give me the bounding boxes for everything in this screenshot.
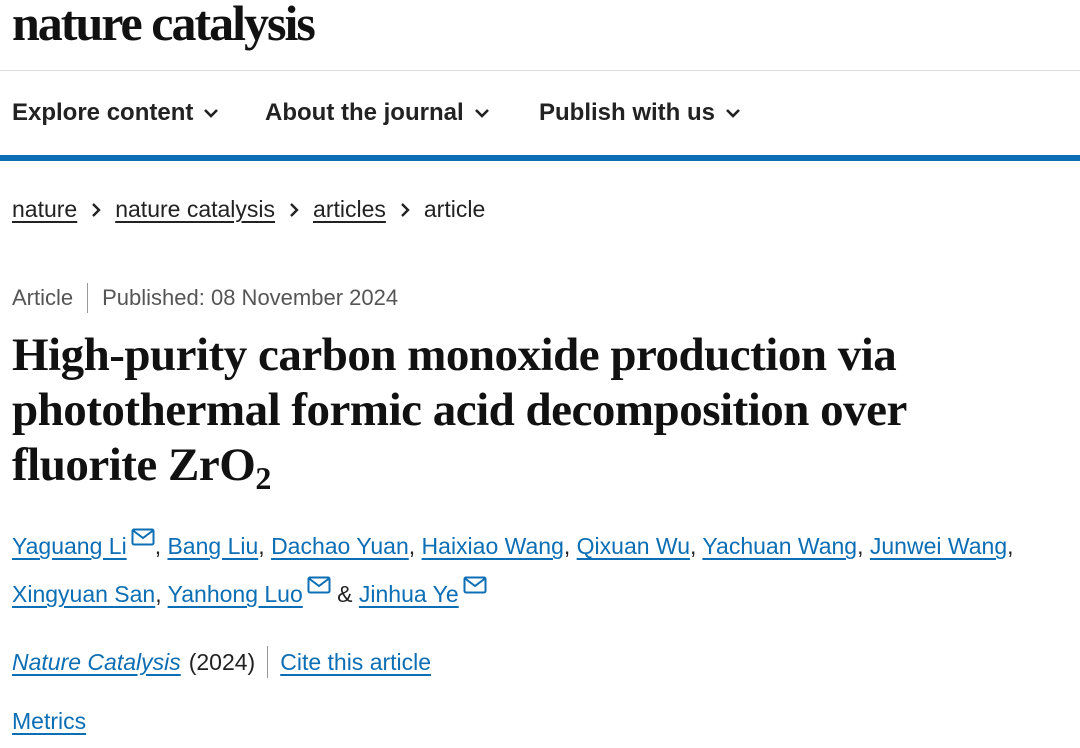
cite-this-article-link[interactable]: Cite this article [280, 649, 431, 676]
author-separator: , [155, 581, 168, 607]
author-list: Yaguang Li, Bang Liu, Dachao Yuan, Haixi… [12, 522, 1072, 618]
nav-explore-content[interactable]: Explore content [12, 99, 219, 127]
author-link[interactable]: Yanhong Luo [168, 581, 303, 607]
author-link[interactable]: Haixiao Wang [422, 533, 564, 559]
author-separator: , [690, 533, 703, 559]
chevron-down-icon [726, 109, 740, 118]
article-title: High-purity carbon monoxide production v… [12, 328, 1062, 496]
breadcrumb-nature[interactable]: nature [12, 196, 77, 223]
author-separator: , [154, 533, 168, 559]
journal-logo[interactable]: nature catalysis [12, 0, 316, 52]
site-header: nature catalysis [0, 0, 1080, 71]
chevron-right-icon [91, 202, 101, 218]
author-link[interactable]: Dachao Yuan [271, 533, 409, 559]
citation-divider [267, 646, 269, 678]
author-link[interactable]: Qixuan Wu [577, 533, 690, 559]
breadcrumb-current: article [423, 196, 486, 222]
publication-year: (2024) [188, 648, 256, 675]
email-icon[interactable] [307, 576, 331, 594]
nav-about-journal[interactable]: About the journal [265, 99, 490, 127]
author-link[interactable]: Bang Liu [167, 533, 258, 559]
nav-label: Publish with us [539, 99, 716, 126]
citation-row: Nature Catalysis (2024) Cite this articl… [12, 646, 431, 678]
nav-label: Explore content [12, 99, 194, 126]
email-icon[interactable] [131, 528, 155, 546]
breadcrumb: nature nature catalysis articles article [12, 196, 485, 223]
author-link[interactable]: Yaguang Li [12, 533, 127, 559]
author-separator: , [857, 533, 870, 559]
author-link[interactable]: Jinhua Ye [359, 581, 459, 607]
author-link[interactable]: Junwei Wang [870, 533, 1007, 559]
author-separator: , [408, 533, 422, 559]
author-separator: , [1007, 533, 1014, 559]
journal-link[interactable]: Nature Catalysis [12, 649, 181, 676]
author-link[interactable]: Yachuan Wang [702, 533, 857, 559]
published-date: Published: 08 November 2024 [102, 285, 399, 310]
breadcrumb-nature-catalysis[interactable]: nature catalysis [115, 196, 275, 223]
main-nav: Explore content About the journal Publis… [0, 71, 1080, 161]
email-icon[interactable] [463, 576, 487, 594]
article-title-text: High-purity carbon monoxide production v… [12, 329, 907, 491]
title-subscript: 2 [255, 460, 271, 496]
author-separator: , [258, 533, 272, 559]
author-link[interactable]: Xingyuan San [12, 581, 155, 607]
nav-label: About the journal [265, 99, 464, 126]
breadcrumb-articles[interactable]: articles [313, 196, 386, 223]
meta-divider [87, 283, 89, 313]
chevron-right-icon [289, 202, 299, 218]
article-meta: Article Published: 08 November 2024 [12, 283, 398, 313]
nav-publish-with-us[interactable]: Publish with us [539, 99, 741, 127]
author-separator: , [563, 533, 577, 559]
metrics-link[interactable]: Metrics [12, 708, 86, 735]
article-type: Article [12, 285, 74, 310]
chevron-down-icon [474, 109, 489, 118]
chevron-right-icon [400, 202, 410, 218]
chevron-down-icon [204, 109, 219, 118]
author-separator: & [330, 581, 359, 607]
